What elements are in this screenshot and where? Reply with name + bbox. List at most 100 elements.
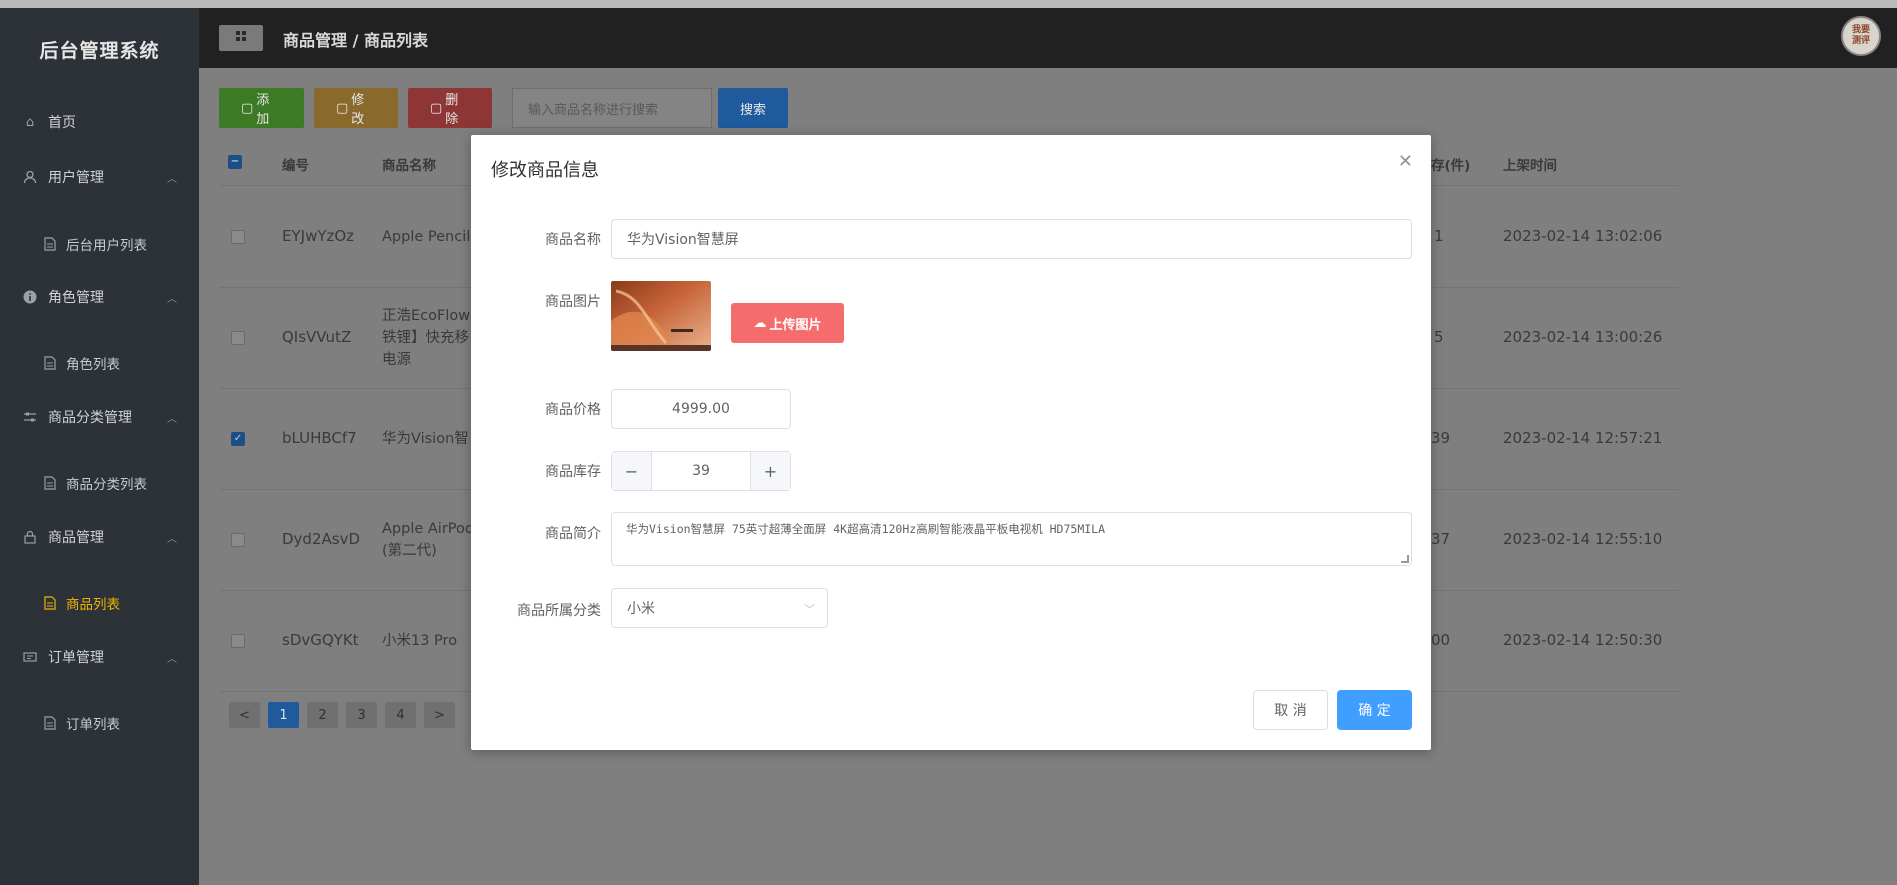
document-icon	[42, 715, 58, 731]
sidebar-item-label: 后台用户列表	[66, 238, 147, 254]
product-category-value: 小米	[627, 601, 655, 617]
product-name-value: 华为Vision智慧屏	[627, 232, 739, 248]
row-stock: 00	[1431, 631, 1451, 649]
avatar-text-line2: 测评	[1851, 36, 1870, 46]
row-time: 2023-02-14 12:57:21	[1503, 429, 1663, 447]
sliders-icon	[22, 409, 38, 425]
tickets-icon	[22, 649, 38, 665]
document-icon	[42, 595, 58, 611]
row-id: bLUHBCf7	[282, 429, 357, 447]
row-name: 正浩EcoFlow 铁锂】快充移 电源	[382, 305, 470, 371]
product-intro-value: 华为Vision智慧屏 75英寸超薄全面屏 4K超高清120Hz高刷智能液晶平板…	[626, 522, 1106, 536]
row-checkbox[interactable]	[231, 331, 245, 345]
menu-toggle-button[interactable]	[219, 25, 263, 51]
row-checkbox[interactable]	[231, 533, 245, 547]
row-checkbox[interactable]	[231, 230, 245, 244]
resize-handle[interactable]	[1401, 555, 1409, 563]
column-header-id: 编号	[282, 158, 309, 174]
decrement-button[interactable]: −	[612, 452, 652, 490]
user-icon	[22, 169, 38, 185]
increment-button[interactable]: +	[750, 452, 790, 490]
sidebar-item-product-management[interactable]: 商品管理 ︿	[0, 517, 199, 557]
upload-image-button[interactable]: ☁ 上传图片	[731, 303, 844, 343]
prev-page-button[interactable]: <	[229, 702, 260, 728]
delete-button-label: 删除	[445, 93, 459, 127]
document-icon	[42, 475, 58, 491]
sidebar-item-label: 角色列表	[66, 357, 120, 373]
row-id: EYJwYzOz	[282, 227, 355, 245]
sidebar-item-category-management[interactable]: 商品分类管理 ︿	[0, 397, 199, 437]
chevron-up-icon: ︿	[167, 293, 177, 305]
sidebar-item-user-management[interactable]: 用户管理 ︿	[0, 157, 199, 197]
confirm-button[interactable]: 确 定	[1337, 690, 1412, 730]
column-header-stock: 存(件)	[1431, 158, 1471, 174]
product-stock-stepper[interactable]: − 39 +	[611, 451, 791, 491]
sidebar-item-role-management[interactable]: 角色管理 ︿	[0, 277, 199, 317]
search-button[interactable]: 搜索	[718, 88, 788, 128]
product-price-value: 4999.00	[672, 401, 730, 417]
row-name-line: 正浩EcoFlow	[382, 308, 471, 324]
sidebar-item-label: 角色管理	[48, 290, 104, 306]
sidebar-item-order-list[interactable]: 订单列表	[0, 703, 199, 743]
document-icon	[42, 236, 58, 252]
row-time: 2023-02-14 12:50:30	[1503, 631, 1663, 649]
product-name-input[interactable]: 华为Vision智慧屏	[611, 219, 1412, 259]
product-intro-textarea[interactable]: 华为Vision智慧屏 75英寸超薄全面屏 4K超高清120Hz高刷智能液晶平板…	[611, 512, 1412, 566]
row-name-line: (第二代)	[382, 543, 437, 559]
sidebar-item-home[interactable]: ⌂ 首页	[0, 102, 199, 142]
label-product-stock: 商品库存	[545, 464, 601, 480]
edit-icon: ▢	[336, 100, 349, 116]
page-button[interactable]: 3	[346, 702, 377, 728]
sidebar-item-label: 订单管理	[48, 650, 104, 666]
cancel-button[interactable]: 取 消	[1253, 690, 1328, 730]
add-button-label: 添加	[256, 93, 270, 127]
row-checkbox[interactable]	[231, 634, 245, 648]
next-page-button[interactable]: >	[424, 702, 455, 728]
dialog-title: 修改商品信息	[491, 160, 599, 181]
row-name: Apple AirPod (第二代)	[382, 518, 474, 562]
document-icon	[42, 355, 58, 371]
product-image-thumbnail	[611, 281, 711, 351]
search-button-label: 搜索	[739, 102, 766, 118]
breadcrumb: 商品管理 / 商品列表	[283, 31, 428, 50]
label-product-image: 商品图片	[545, 294, 601, 310]
page-button[interactable]: 1	[268, 702, 299, 728]
row-stock: 39	[1431, 429, 1451, 447]
chevron-down-icon: ﹀	[804, 603, 815, 616]
sidebar-item-role-list[interactable]: 角色列表	[0, 343, 199, 383]
sidebar-item-product-list[interactable]: 商品列表	[0, 583, 199, 623]
select-all-checkbox[interactable]: −	[228, 155, 242, 169]
add-button[interactable]: ▢ 添加	[219, 88, 304, 128]
page-button[interactable]: 2	[307, 702, 338, 728]
row-checkbox[interactable]: ✓	[231, 432, 245, 446]
search-input[interactable]: 输入商品名称进行搜索	[512, 88, 712, 128]
avatar[interactable]: 我要 测评	[1841, 16, 1881, 56]
row-time: 2023-02-14 12:55:10	[1503, 530, 1663, 548]
home-icon: ⌂	[25, 114, 35, 130]
row-stock: 1	[1434, 227, 1444, 245]
sidebar-item-admin-user-list[interactable]: 后台用户列表	[0, 224, 199, 264]
info-icon	[22, 289, 38, 305]
lock-icon	[22, 529, 38, 545]
edit-button[interactable]: ▢ 修改	[314, 88, 398, 128]
chevron-up-icon: ︿	[167, 533, 177, 545]
sidebar-item-order-management[interactable]: 订单管理 ︿	[0, 637, 199, 677]
row-stock: 5	[1434, 328, 1444, 346]
chevron-up-icon: ︿	[167, 173, 177, 185]
upload-button-label: 上传图片	[769, 317, 822, 333]
sidebar-item-category-list[interactable]: 商品分类列表	[0, 463, 199, 503]
pagination: < 1 2 3 4 >	[229, 702, 455, 728]
cloud-upload-icon: ☁	[753, 315, 767, 331]
document-add-icon: ▢	[241, 100, 254, 116]
row-name-line: 铁锂】快充移	[382, 330, 469, 346]
column-header-time: 上架时间	[1503, 158, 1557, 174]
product-price-input[interactable]: 4999.00	[611, 389, 791, 429]
top-header: 商品管理 / 商品列表 我要 测评	[199, 8, 1897, 68]
toolbar: ▢ 添加 ▢ 修改 ▢ 删除 输入商品名称进行搜索 搜索	[219, 88, 788, 128]
product-category-select[interactable]: 小米 ﹀	[611, 588, 828, 628]
row-name: 小米13 Pro	[382, 633, 458, 649]
close-icon[interactable]: ✕	[1398, 151, 1413, 172]
row-name-line: 电源	[382, 352, 411, 368]
delete-button[interactable]: ▢ 删除	[408, 88, 492, 128]
page-button[interactable]: 4	[385, 702, 416, 728]
